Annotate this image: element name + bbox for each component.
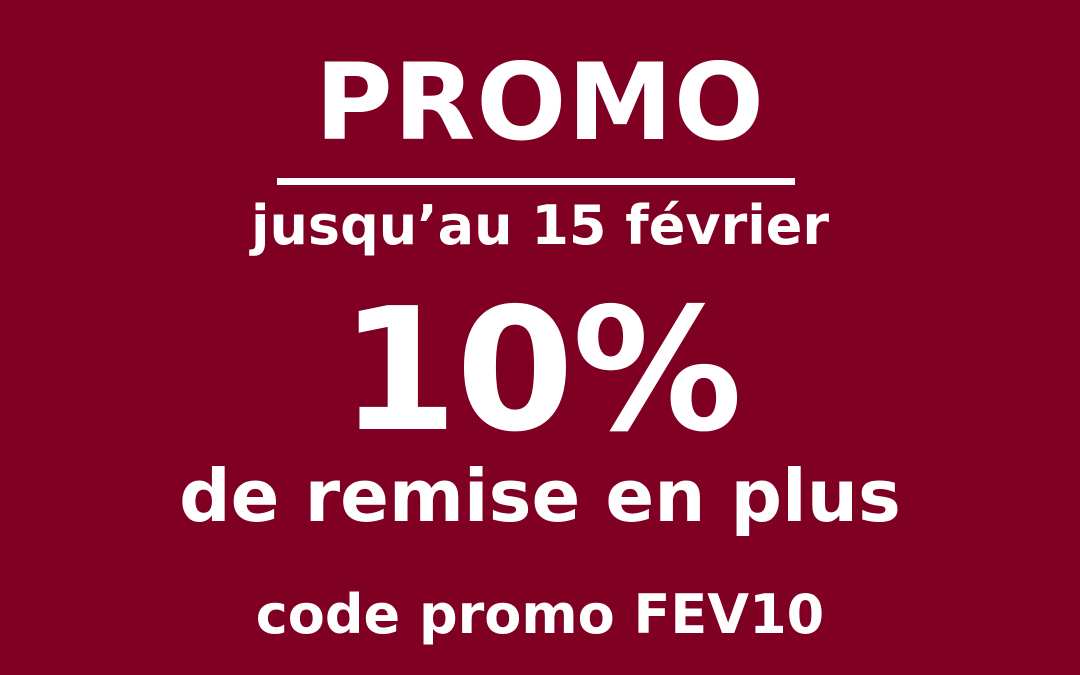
- promo-title: PROMO: [314, 41, 765, 164]
- title-underline: [277, 178, 795, 185]
- promo-code: code promo FEV10: [255, 583, 825, 646]
- discount-value: 10%: [339, 272, 743, 470]
- promo-date: jusqu’au 15 février: [250, 194, 830, 257]
- promo-banner: PROMO jusqu’au 15 février 10% de remise …: [0, 0, 1080, 675]
- discount-text: de remise en plus: [179, 454, 901, 538]
